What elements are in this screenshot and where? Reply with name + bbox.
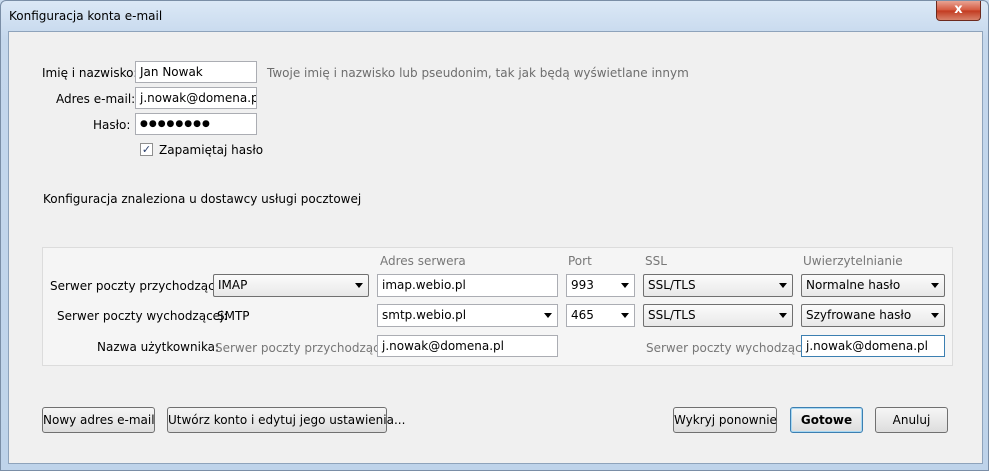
new-email-address-button[interactable]: Nowy adres e-mail	[42, 407, 155, 433]
email-label: Adres e-mail:	[56, 92, 136, 106]
status-text: Konfiguracja znaleziona u dostawcy usług…	[43, 192, 362, 206]
window-title: Konfiguracja konta e-mail	[9, 9, 163, 23]
username-outgoing-label: Serwer poczty wychodzącej:	[646, 341, 817, 355]
outgoing-auth-value: Szyfrowane hasło	[806, 308, 912, 322]
email-input[interactable]: j.nowak@domena.pl	[135, 87, 257, 109]
username-incoming-label: Serwer poczty przychodzącej:	[215, 341, 395, 355]
outgoing-protocol: SMTP	[217, 309, 250, 323]
outgoing-server-address-select[interactable]: smtp.webio.pl	[377, 304, 558, 327]
outgoing-auth-select[interactable]: Szyfrowane hasło	[801, 304, 945, 327]
incoming-auth-value: Normalne hasło	[806, 278, 901, 292]
server-settings-panel: Adres serwera Port SSL Uwierzytelnianie …	[42, 247, 953, 366]
dialog-window: Konfiguracja konta e-mail x Imię i nazwi…	[0, 0, 989, 471]
remember-password-checkbox[interactable]: ✓	[140, 143, 153, 156]
chevron-down-icon	[355, 283, 363, 288]
outgoing-port-value: 465	[571, 308, 594, 322]
chevron-down-icon	[931, 313, 939, 318]
header-server-address: Adres serwera	[380, 254, 466, 268]
incoming-port-select[interactable]: 993	[566, 274, 635, 297]
incoming-protocol-select[interactable]: IMAP	[213, 274, 369, 297]
incoming-server-label: Serwer poczty przychodzącej:	[50, 279, 230, 293]
incoming-username-input[interactable]: j.nowak@domena.pl	[377, 335, 558, 357]
name-label: Imię i nazwisko:	[42, 66, 138, 80]
incoming-server-address-input[interactable]: imap.webio.pl	[377, 274, 558, 297]
header-port: Port	[568, 254, 592, 268]
header-authentication: Uwierzytelnianie	[803, 254, 903, 268]
redetect-button[interactable]: Wykryj ponownie	[673, 407, 777, 433]
incoming-port-value: 993	[571, 278, 594, 292]
create-and-edit-account-button[interactable]: Utwórz konto i edytuj jego ustawienia...	[167, 407, 405, 433]
outgoing-port-select[interactable]: 465	[566, 304, 635, 327]
done-button[interactable]: Gotowe	[790, 407, 863, 433]
password-label: Hasło:	[93, 118, 131, 132]
chevron-down-icon	[931, 283, 939, 288]
chevron-down-icon	[779, 283, 787, 288]
chevron-down-icon	[544, 313, 552, 318]
dialog-content: Imię i nazwisko: Jan Nowak Twoje imię i …	[8, 31, 983, 464]
incoming-auth-select[interactable]: Normalne hasło	[801, 274, 945, 297]
cancel-button[interactable]: Anuluj	[875, 407, 948, 433]
checkmark-icon: ✓	[141, 143, 152, 156]
close-icon: x	[954, 2, 963, 17]
incoming-ssl-select[interactable]: SSL/TLS	[643, 274, 793, 297]
close-button[interactable]: x	[936, 1, 981, 21]
password-input[interactable]: ●●●●●●●●	[135, 113, 257, 135]
chevron-down-icon	[621, 283, 629, 288]
outgoing-ssl-value: SSL/TLS	[648, 308, 696, 322]
chevron-down-icon	[779, 313, 787, 318]
incoming-ssl-value: SSL/TLS	[648, 278, 696, 292]
name-hint: Twoje imię i nazwisko lub pseudonim, tak…	[267, 66, 689, 80]
outgoing-ssl-select[interactable]: SSL/TLS	[643, 304, 793, 327]
outgoing-username-input[interactable]: j.nowak@domena.pl	[801, 335, 945, 357]
name-input[interactable]: Jan Nowak	[135, 61, 257, 83]
outgoing-server-label: Serwer poczty wychodzącej:	[57, 309, 228, 323]
username-label: Nazwa użytkownika:	[97, 340, 220, 354]
chevron-down-icon	[621, 313, 629, 318]
incoming-protocol-value: IMAP	[218, 278, 248, 292]
remember-password-label: Zapamiętaj hasło	[159, 143, 264, 157]
header-ssl: SSL	[645, 254, 667, 268]
outgoing-server-address-value: smtp.webio.pl	[382, 308, 467, 322]
